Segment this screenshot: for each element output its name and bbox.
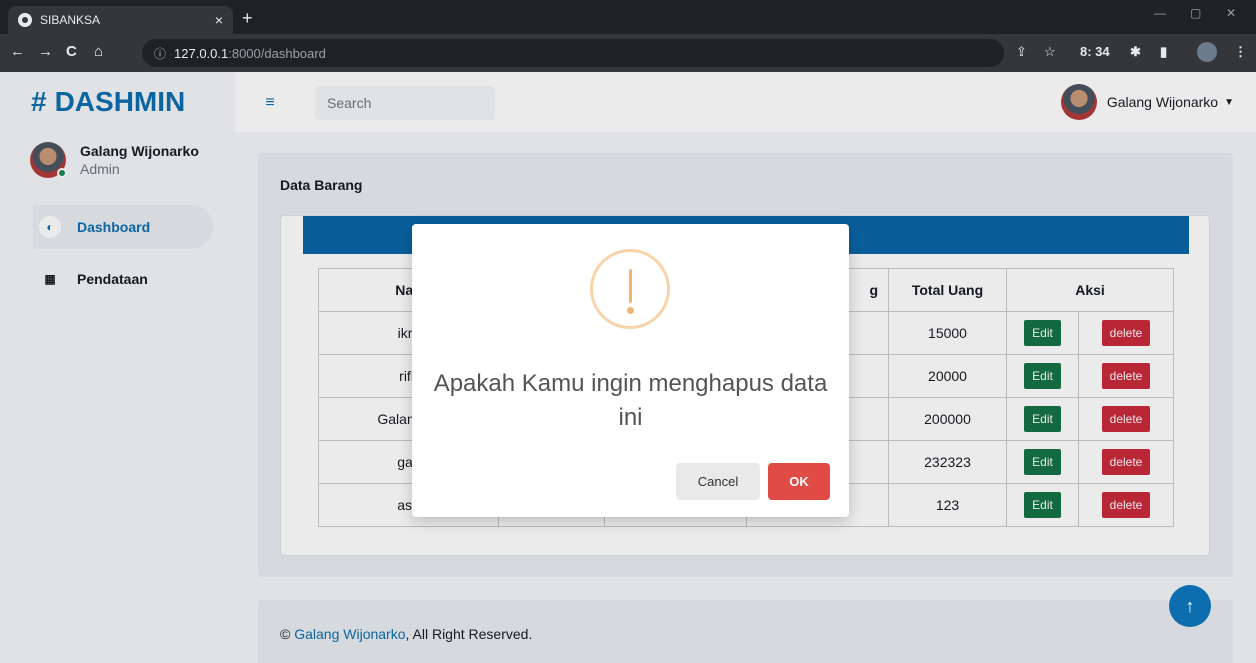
cancel-button[interactable]: Cancel <box>676 463 760 500</box>
back-icon[interactable]: ← <box>10 43 25 60</box>
tab-close-icon[interactable]: × <box>215 12 223 28</box>
close-window-icon[interactable]: ✕ <box>1226 6 1236 20</box>
browser-tabbar: SIBANKSA × + — ▢ ✕ <box>0 0 1256 34</box>
tab-title: SIBANKSA <box>40 13 101 27</box>
new-tab-button[interactable]: + <box>242 8 253 29</box>
browser-menu-icon[interactable]: ⋮ <box>1234 44 1247 60</box>
site-info-icon[interactable]: ⓘ <box>154 45 166 62</box>
ok-button[interactable]: OK <box>768 463 830 500</box>
url-path: :8000/dashboard <box>228 45 326 61</box>
profile-avatar-icon[interactable] <box>1197 42 1217 62</box>
forward-icon[interactable]: → <box>38 43 53 60</box>
url-bar[interactable]: ⓘ 127.0.0.1:8000/dashboard <box>142 39 1004 67</box>
restore-icon[interactable]: ▢ <box>1190 6 1201 20</box>
confirm-delete-dialog: Apakah Kamu ingin menghapus data ini Can… <box>412 224 849 517</box>
share-icon[interactable]: ⇪ <box>1016 44 1027 60</box>
minimize-icon[interactable]: — <box>1154 6 1166 20</box>
back-to-top-button[interactable]: ↑ <box>1169 585 1211 627</box>
extension-badge[interactable]: 8: 34 <box>1080 44 1110 59</box>
browser-addressbar: ← → C ⌂ ⓘ 127.0.0.1:8000/dashboard ⇪ ☆ 8… <box>0 34 1256 72</box>
arrow-up-icon: ↑ <box>1185 595 1195 616</box>
bookmark-star-icon[interactable]: ☆ <box>1044 44 1056 60</box>
reload-icon[interactable]: C <box>66 43 77 60</box>
dialog-message: Apakah Kamu ingin menghapus data ini <box>433 370 828 431</box>
warning-icon <box>590 249 670 329</box>
site-favicon-icon <box>18 13 32 27</box>
extensions-puzzle-icon[interactable]: ✱ <box>1130 44 1141 60</box>
home-icon[interactable]: ⌂ <box>94 43 103 60</box>
browser-tab[interactable]: SIBANKSA × <box>8 6 233 34</box>
url-host: 127.0.0.1 <box>174 45 229 61</box>
side-panel-icon[interactable]: ▮ <box>1160 44 1167 60</box>
